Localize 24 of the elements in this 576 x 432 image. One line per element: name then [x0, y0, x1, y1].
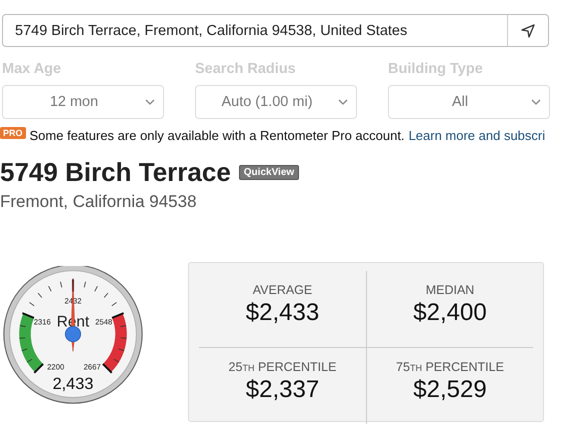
address-field[interactable]: 5749 Birch Terrace, Fremont, California 94538, United States	[2, 14, 549, 47]
property-location: Fremont, California 94538	[0, 192, 198, 212]
gauge-tick-label: 2548	[95, 317, 112, 326]
gauge-tick-label: 2316	[34, 317, 51, 326]
chevron-down-icon	[338, 99, 348, 105]
gauge-reading: 2,433	[52, 374, 94, 393]
stat-value: $2,337	[246, 376, 320, 404]
pro-badge: PRO	[0, 126, 26, 138]
location-arrow-icon[interactable]	[520, 22, 536, 38]
pro-notice-text: Some features are only available with a Rentometer Pro account.	[30, 128, 405, 143]
chevron-down-icon	[145, 99, 155, 105]
stat-value: $2,433	[246, 299, 320, 327]
chevron-down-icon	[531, 99, 541, 105]
stat-label: AVERAGE	[252, 283, 312, 297]
stat-label: 25TH PERCENTILE	[228, 360, 336, 374]
gauge-tick-label: 2667	[84, 362, 101, 372]
gauge-tick-label: 2200	[47, 362, 64, 372]
learn-more-link[interactable]: Learn more and subscri	[408, 128, 546, 143]
property-title: 5749 Birch Terrace	[0, 157, 231, 188]
stat-label: 75TH PERCENTILE	[396, 360, 504, 374]
stat-value: $2,400	[413, 299, 487, 327]
stat-label: MEDIAN	[426, 283, 474, 297]
quickview-badge[interactable]: QuickView	[238, 165, 300, 180]
stat-value: $2,529	[413, 376, 487, 404]
